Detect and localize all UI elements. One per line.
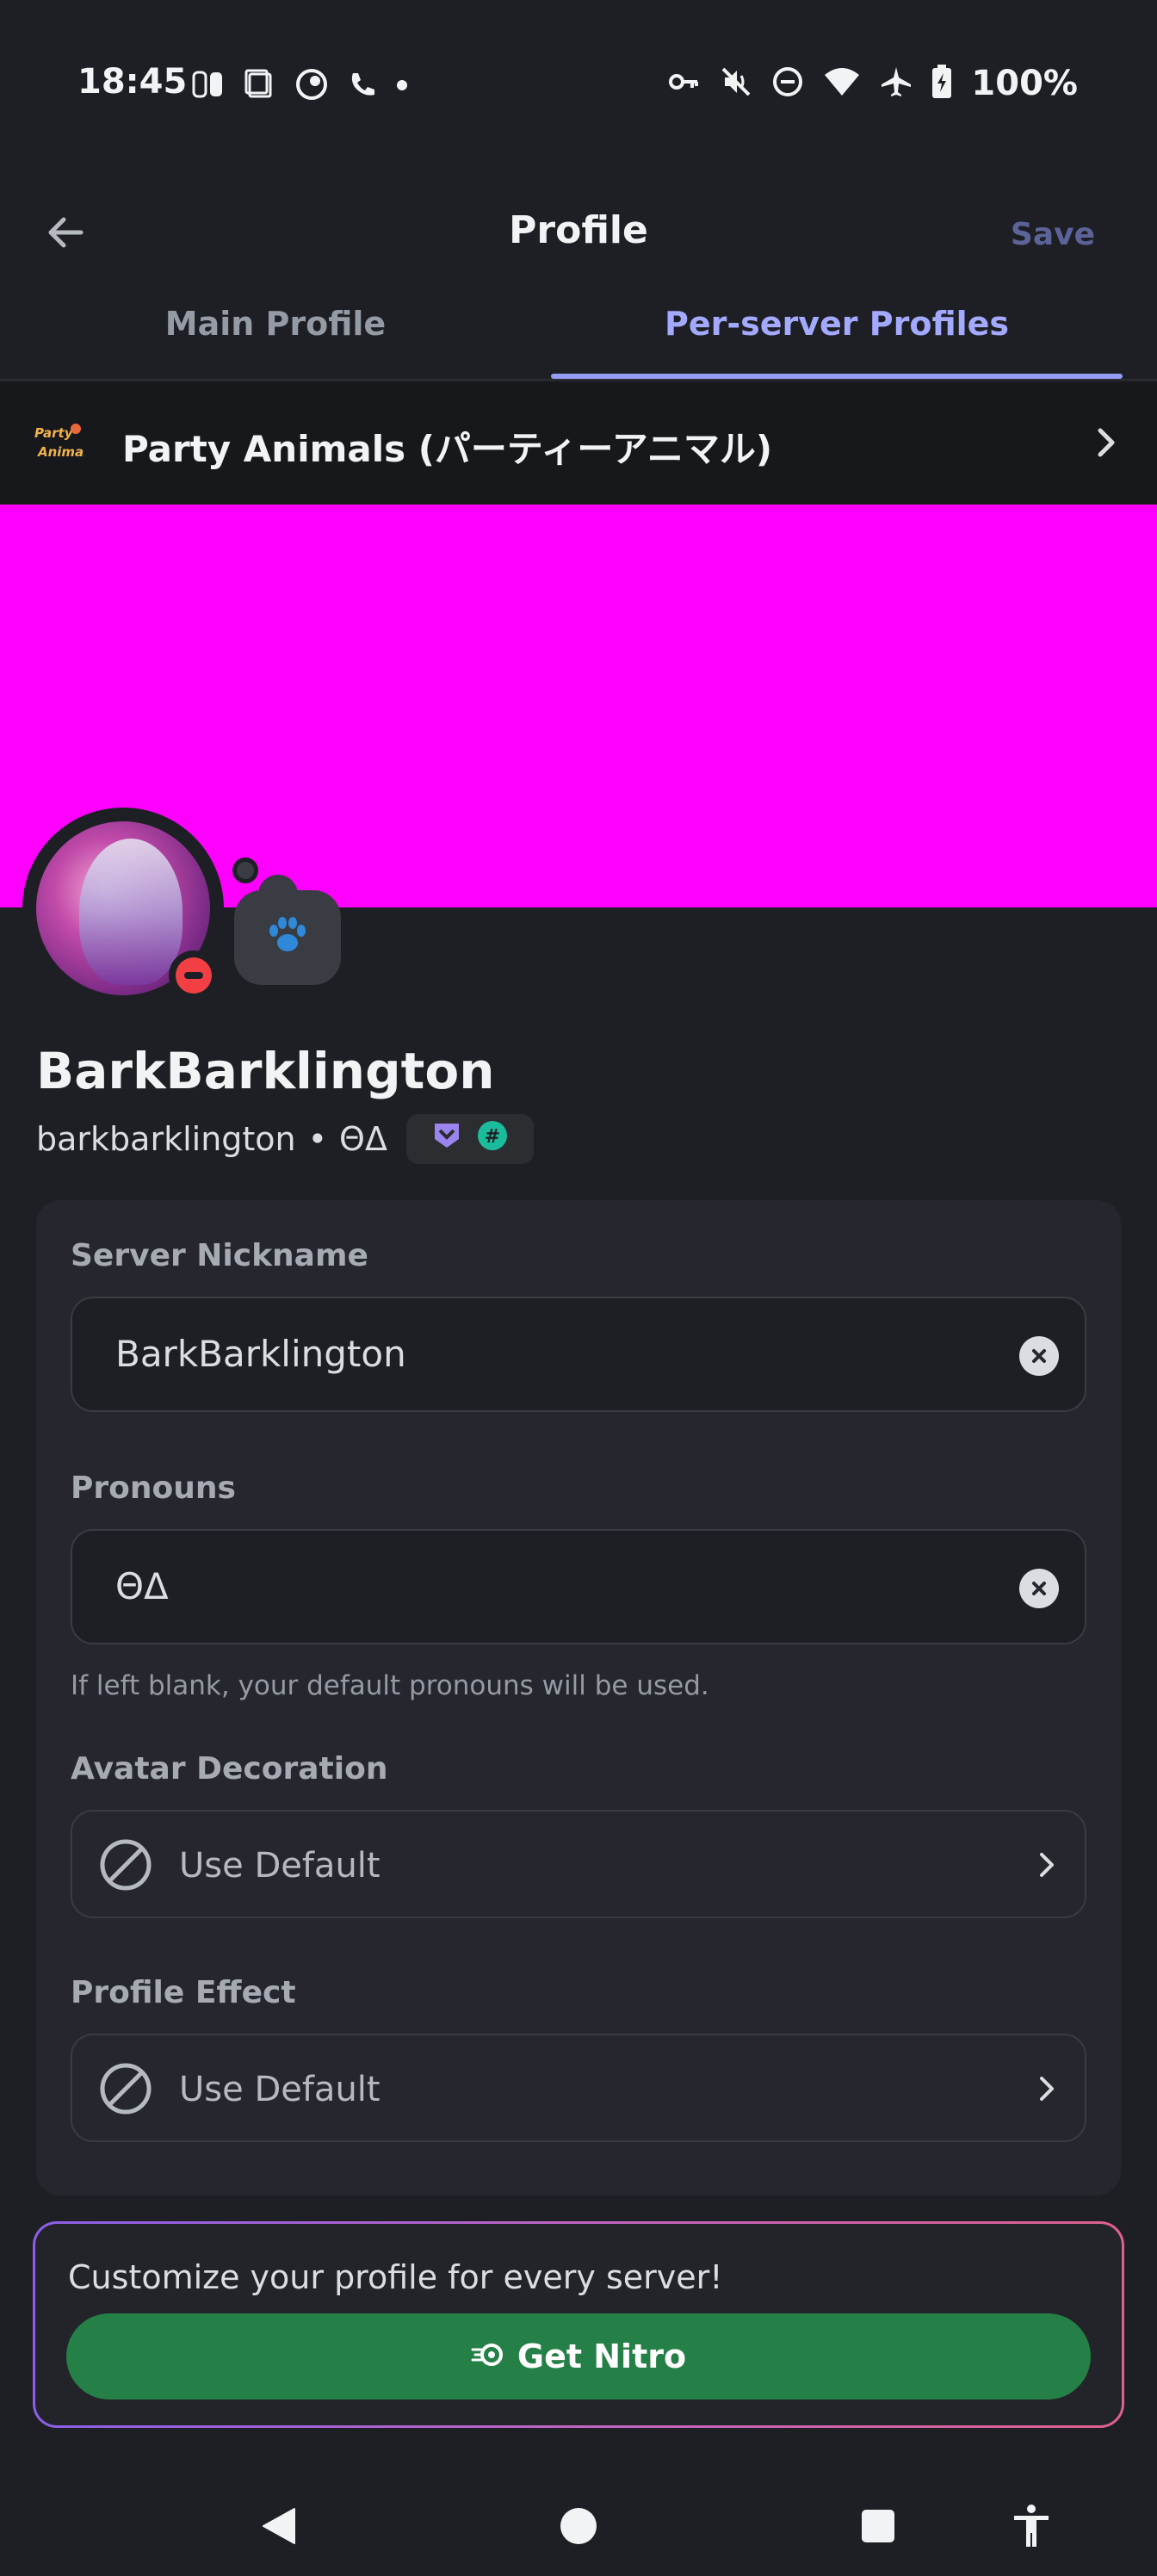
pronouns-value: ΘΔ (115, 1565, 169, 1607)
pronouns-helper-text: If left blank, your default pronouns wil… (71, 1670, 709, 1701)
promo-text: Customize your profile for every server! (68, 2258, 723, 2296)
pronouns-display: ΘΔ (339, 1120, 387, 1158)
prohibited-icon (98, 1837, 153, 1896)
avatar-decoration-label: Avatar Decoration (71, 1751, 388, 1786)
server-name: Party Animals (パーティーアニマル) (122, 428, 773, 470)
chevron-right-icon (1035, 2070, 1061, 2111)
svg-text:Party: Party (34, 425, 74, 441)
call-icon (348, 70, 377, 102)
get-nitro-button[interactable]: Get Nitro (66, 2313, 1091, 2400)
system-nav-bar (0, 2480, 1157, 2576)
profile-effect-value: Use Default (179, 2070, 381, 2109)
page-title: Profile (509, 208, 648, 252)
nitro-promo: Customize your profile for every server!… (33, 2221, 1124, 2428)
save-button[interactable]: Save (1011, 217, 1095, 252)
svg-text:#: # (485, 1126, 500, 1148)
accessibility-icon (1014, 2505, 1049, 2547)
nav-home-button[interactable] (553, 2500, 604, 2552)
server-profile-form: Server Nickname BarkBarklington Pronouns… (36, 1200, 1121, 2195)
home-circle-icon (560, 2508, 597, 2544)
custom-status-bubble[interactable] (234, 890, 341, 985)
chevron-right-icon (1092, 424, 1123, 465)
profile-tabs: Main Profile Per-server Profiles (0, 284, 1157, 381)
clear-pronouns-button[interactable] (1019, 1569, 1059, 1608)
key-icon (668, 70, 701, 97)
svg-text:Animals: Animals (37, 444, 84, 460)
close-icon (1032, 1582, 1046, 1595)
battery-percent: 100% (971, 64, 1078, 103)
pronouns-label: Pronouns (71, 1471, 236, 1506)
status-right-icons: 100% (668, 64, 1078, 103)
avatar-decoration-select[interactable]: Use Default (71, 1810, 1086, 1918)
tablet-icon (244, 69, 275, 103)
active-tab-indicator (551, 374, 1123, 379)
avatar-decoration-value: Use Default (179, 1846, 381, 1886)
close-icon (1032, 1349, 1046, 1363)
airplane-icon (880, 65, 913, 102)
bubble-tail-small (232, 858, 258, 883)
display-name: BarkBarklington (36, 1042, 495, 1100)
dnd-icon (771, 65, 804, 102)
hypesquad-badge-icon (431, 1120, 462, 1159)
app-header: Profile Save (0, 189, 1157, 276)
mute-icon (720, 65, 752, 102)
switch-icon (191, 69, 226, 103)
wifi-icon (823, 66, 861, 101)
nickname-label: Server Nickname (71, 1238, 368, 1273)
status-indicator-dnd (169, 951, 219, 1000)
nickname-field[interactable]: BarkBarklington (71, 1297, 1086, 1412)
tab-main-profile[interactable]: Main Profile (0, 305, 551, 343)
username-line: barkbarklington • ΘΔ # (36, 1114, 534, 1164)
profile-effect-select[interactable]: Use Default (71, 2034, 1086, 2142)
prohibited-icon (98, 2061, 153, 2120)
server-logo: Party Animals (33, 418, 96, 467)
dot-icon (396, 78, 408, 95)
wolf-illustration (79, 839, 183, 985)
nav-accessibility-button[interactable] (1005, 2500, 1057, 2552)
nav-back-button[interactable] (253, 2500, 305, 2552)
server-selector[interactable]: Party Animals Party Animals (パーティーアニマル) (0, 382, 1157, 505)
tab-per-server-profiles[interactable]: Per-server Profiles (551, 305, 1123, 343)
username: barkbarklington (36, 1120, 296, 1158)
status-left-icons (191, 67, 408, 105)
app-icon (294, 67, 329, 105)
back-triangle-icon (263, 2508, 295, 2544)
badge-group[interactable]: # (405, 1114, 534, 1164)
nav-recents-button[interactable] (852, 2500, 904, 2552)
hashtag-badge-icon: # (476, 1119, 509, 1160)
status-bar: 18:45 100% (0, 0, 1157, 172)
paw-icon (263, 913, 312, 962)
status-time: 18:45 (77, 62, 188, 102)
clear-nickname-button[interactable] (1019, 1336, 1059, 1376)
separator: • (307, 1120, 328, 1158)
nitro-icon (471, 2341, 505, 2372)
nickname-value: BarkBarklington (115, 1333, 406, 1375)
battery-icon (931, 65, 952, 102)
profile-effect-label: Profile Effect (71, 1975, 296, 2010)
get-nitro-label: Get Nitro (517, 2338, 687, 2375)
chevron-right-icon (1035, 1846, 1061, 1887)
recents-square-icon (862, 2510, 894, 2542)
pronouns-field[interactable]: ΘΔ (71, 1529, 1086, 1644)
